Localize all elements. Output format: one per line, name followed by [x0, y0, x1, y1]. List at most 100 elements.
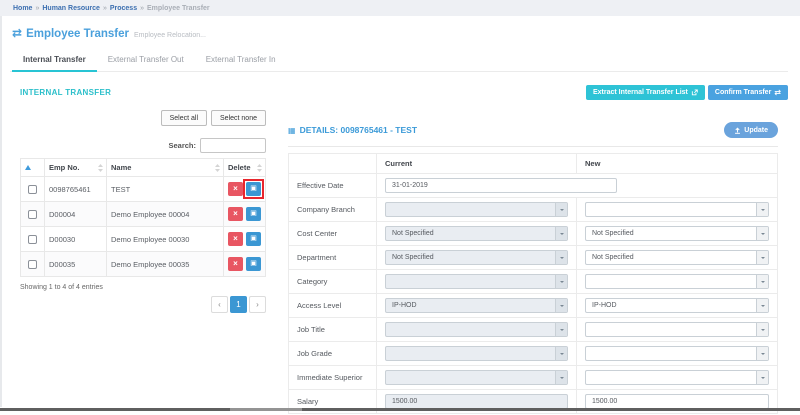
details-row: Department Not Specified Not Specified: [289, 246, 778, 270]
upload-icon: [734, 127, 741, 134]
sort-asc-icon: [25, 165, 31, 170]
delete-row-button[interactable]: ×: [228, 207, 243, 221]
details-table-body: Effective DateCompany BranchCost CenterN…: [289, 174, 778, 414]
details-column-new: New: [577, 154, 778, 174]
row-select-cell: [21, 252, 45, 277]
row-details-button[interactable]: ▣: [246, 207, 261, 221]
select-none-button[interactable]: Select none: [211, 110, 266, 126]
chevron-down-icon: [555, 251, 567, 264]
category-new-select[interactable]: [585, 274, 769, 289]
pagination-page-1-button[interactable]: 1: [230, 296, 247, 313]
chevron-down-icon: [555, 227, 567, 240]
immediate-superior-new-select[interactable]: [585, 370, 769, 385]
column-header-select[interactable]: [21, 159, 45, 177]
department-current-select: Not Specified: [385, 250, 568, 265]
row-details-button[interactable]: ▣: [246, 182, 261, 196]
section-title: INTERNAL TRANSFER: [20, 88, 111, 97]
breadcrumb-item: Employee Transfer: [147, 5, 210, 12]
delete-row-button[interactable]: ×: [228, 232, 243, 246]
table-row: D00030Demo Employee 00030×▣: [21, 227, 266, 252]
pagination-next-button[interactable]: ›: [249, 296, 266, 313]
chevron-down-icon: [555, 299, 567, 312]
select-value: Not Specified: [586, 254, 756, 261]
effective-date-input[interactable]: [385, 178, 617, 193]
transfer-icon: ⇄: [12, 26, 22, 40]
row-details-button[interactable]: ▣: [246, 232, 261, 246]
breadcrumb-separator: »: [140, 5, 144, 12]
tab-internal-transfer[interactable]: Internal Transfer: [12, 50, 97, 72]
chevron-down-icon: [555, 203, 567, 216]
job-grade-current-select: [385, 346, 568, 361]
horizontal-scrollbar-thumb[interactable]: [230, 408, 302, 411]
field-new-department: Not Specified: [577, 246, 778, 270]
name-cell: Demo Employee 00030: [107, 227, 224, 252]
breadcrumb-item[interactable]: Home: [13, 5, 32, 12]
field-new-category: [577, 270, 778, 294]
horizontal-scrollbar[interactable]: [0, 408, 800, 411]
field-new-immediate-superior: [577, 366, 778, 390]
chevron-down-icon: [756, 275, 768, 288]
field-current-access-level: IP-HOD: [377, 294, 577, 318]
field-current-effective-date: [377, 174, 778, 198]
column-header-delete[interactable]: Delete: [224, 159, 266, 177]
field-current-immediate-superior: [377, 366, 577, 390]
row-checkbox[interactable]: [28, 260, 37, 269]
access-level-new-select[interactable]: IP-HOD: [585, 298, 769, 313]
field-current-job-grade: [377, 342, 577, 366]
actions-cell-wrap: ×▣: [224, 177, 266, 202]
row-select-cell: [21, 177, 45, 202]
sidebar-edge: [0, 16, 2, 407]
row-details-button[interactable]: ▣: [246, 257, 261, 271]
company-branch-new-select[interactable]: [585, 202, 769, 217]
row-checkbox[interactable]: [28, 210, 37, 219]
emp-no-cell: D00035: [45, 252, 107, 277]
field-label-job-title: Job Title: [289, 318, 377, 342]
extract-internal-transfer-list-button[interactable]: Extract Internal Transfer List: [586, 85, 705, 100]
field-current-job-title: [377, 318, 577, 342]
department-new-select[interactable]: Not Specified: [585, 250, 769, 265]
field-current-category: [377, 270, 577, 294]
salary-new-input[interactable]: [585, 394, 769, 409]
confirm-transfer-button[interactable]: Confirm Transfer ⇄: [708, 85, 788, 100]
name-cell: Demo Employee 00035: [107, 252, 224, 277]
table-summary: Showing 1 to 4 of 4 entries: [20, 284, 266, 291]
page-subtitle: Employee Relocation...: [134, 32, 206, 39]
select-all-button[interactable]: Select all: [161, 110, 207, 126]
chevron-down-icon: [756, 251, 768, 264]
job-title-new-select[interactable]: [585, 322, 769, 337]
details-row: Job Grade: [289, 342, 778, 366]
delete-row-button[interactable]: ×: [228, 257, 243, 271]
row-checkbox[interactable]: [28, 185, 37, 194]
column-header-emp-no[interactable]: Emp No.: [45, 159, 107, 177]
cost-center-new-select[interactable]: Not Specified: [585, 226, 769, 241]
pagination-prev-button[interactable]: ‹: [211, 296, 228, 313]
transfer-arrows-icon: ⇄: [774, 88, 781, 97]
breadcrumb: Home»Human Resource»Process»Employee Tra…: [0, 0, 800, 16]
details-corner-cell: [289, 154, 377, 174]
update-button[interactable]: Update: [724, 122, 778, 138]
tab-bar: Internal TransferExternal Transfer OutEx…: [10, 50, 788, 72]
row-checkbox[interactable]: [28, 235, 37, 244]
salary-current-input: [385, 394, 568, 409]
company-branch-current-select: [385, 202, 568, 217]
field-label-immediate-superior: Immediate Superior: [289, 366, 377, 390]
search-input[interactable]: [200, 138, 266, 153]
employee-table: Emp No. Name Delete 0098765461TEST: [20, 158, 266, 277]
actions-cell-wrap: ×▣: [224, 227, 266, 252]
field-label-company-branch: Company Branch: [289, 198, 377, 222]
category-current-select: [385, 274, 568, 289]
row-actions: ×▣: [228, 232, 261, 246]
column-header-name[interactable]: Name: [107, 159, 224, 177]
field-label-department: Department: [289, 246, 377, 270]
tab-external-transfer-in[interactable]: External Transfer In: [195, 50, 287, 71]
field-current-company-branch: [377, 198, 577, 222]
details-row: Access LevelIP-HODIP-HOD: [289, 294, 778, 318]
delete-row-button[interactable]: ×: [228, 182, 243, 196]
tab-external-transfer-out[interactable]: External Transfer Out: [97, 50, 195, 71]
breadcrumb-item[interactable]: Process: [110, 5, 137, 12]
breadcrumb-separator: »: [35, 5, 39, 12]
breadcrumb-separator: »: [103, 5, 107, 12]
job-grade-new-select[interactable]: [585, 346, 769, 361]
breadcrumb-item[interactable]: Human Resource: [42, 5, 100, 12]
chevron-down-icon: [555, 347, 567, 360]
